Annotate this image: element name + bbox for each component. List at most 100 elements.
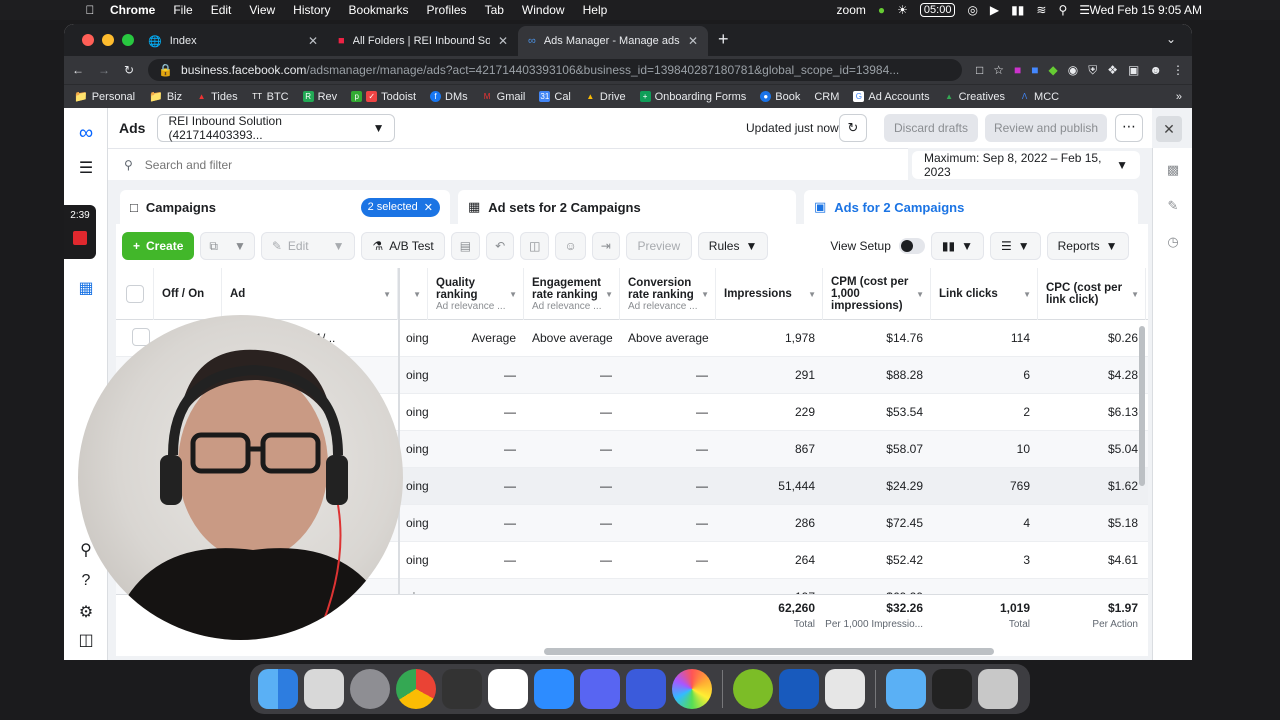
photos-icon[interactable]: [672, 669, 712, 709]
sidebar-icon[interactable]: ▣: [1128, 63, 1139, 78]
battery-icon[interactable]: ▮▮: [1011, 3, 1024, 17]
recording-indicator[interactable]: 2:39: [64, 205, 96, 259]
columns-button[interactable]: ▮▮ ▼: [930, 232, 984, 260]
finder-icon[interactable]: [258, 669, 298, 709]
maximize-window-button[interactable]: [122, 34, 134, 46]
reports-button[interactable]: Reports ▼: [1046, 232, 1129, 260]
tab-campaigns[interactable]: □ Campaigns 2 selected ✕: [120, 190, 450, 224]
zoom-status[interactable]: zoom: [837, 3, 866, 17]
window-thumbnail-icon[interactable]: [932, 669, 972, 709]
minimize-window-button[interactable]: [102, 34, 114, 46]
bookmark-gmail[interactable]: M Gmail: [482, 91, 526, 103]
create-button[interactable]: + Create: [122, 232, 195, 260]
bookmark-dms[interactable]: f DMs: [430, 91, 468, 103]
table-view-icon[interactable]: ▦: [76, 278, 96, 298]
rules-button[interactable]: Rules ▼: [697, 232, 769, 260]
selected-chip[interactable]: 2 selected ✕: [360, 197, 440, 217]
tab-ads[interactable]: ▣ Ads for 2 Campaigns: [804, 190, 1138, 224]
undo-button[interactable]: ↶: [486, 232, 515, 260]
proxyman-icon[interactable]: [626, 669, 666, 709]
apple-icon[interactable]: : [82, 3, 98, 17]
bookmark-ad-accounts[interactable]: G Ad Accounts: [853, 91, 930, 103]
extension-icon[interactable]: ■: [1031, 63, 1038, 78]
horizontal-scrollbar[interactable]: [544, 648, 994, 655]
bug-icon[interactable]: ⚙: [76, 602, 96, 622]
menu-tab[interactable]: Tab: [485, 3, 504, 17]
close-icon[interactable]: ✕: [498, 34, 508, 48]
menu-bookmarks[interactable]: Bookmarks: [349, 3, 409, 17]
header-cpm[interactable]: CPM (cost per 1,000 impressions) ▼: [823, 268, 931, 320]
discard-drafts-button[interactable]: Discard drafts: [884, 114, 978, 142]
preview-button[interactable]: Preview: [625, 232, 692, 260]
kebab-menu-icon[interactable]: ⋮: [1172, 63, 1184, 78]
bookmark-drive[interactable]: ▲ Drive: [585, 91, 625, 103]
word-icon[interactable]: [779, 669, 819, 709]
header-impressions[interactable]: Impressions ▼: [716, 268, 823, 320]
select-all-checkbox[interactable]: [125, 285, 144, 303]
view-setup-toggle[interactable]: View Setup: [830, 238, 925, 254]
menu-history[interactable]: History: [293, 3, 330, 17]
wifi-icon[interactable]: ≋: [1036, 3, 1046, 17]
bookmark-personal[interactable]: 📁 Personal: [74, 90, 135, 104]
menu-profiles[interactable]: Profiles: [427, 3, 467, 17]
header-engagement-ranking[interactable]: Engagement rate ranking Ad relevance ... ▼: [524, 268, 620, 320]
export-button[interactable]: ⇥: [591, 232, 620, 260]
control-center-icon[interactable]: ☰: [1079, 3, 1090, 17]
play-icon[interactable]: ▶: [990, 3, 999, 17]
bookmark-creatives[interactable]: ▲ Creatives: [944, 91, 1005, 103]
focus-icon[interactable]: ◎: [967, 3, 977, 17]
avatar[interactable]: ☻: [1149, 63, 1162, 78]
w-app-icon[interactable]: [733, 669, 773, 709]
tab-all-folders[interactable]: ■ All Folders | REI Inbound Soluti ✕: [328, 26, 518, 56]
refresh-button[interactable]: ↻: [839, 114, 867, 142]
calculator-icon[interactable]: [442, 669, 482, 709]
share-icon[interactable]: □: [976, 63, 983, 78]
bookmarks-overflow-icon[interactable]: »: [1176, 91, 1182, 103]
bookmark-book[interactable]: ● Book: [760, 91, 800, 103]
toggle-switch[interactable]: [898, 238, 925, 254]
bookmark-todoist[interactable]: p ✓ Todoist: [351, 91, 416, 103]
bookmark-btc[interactable]: TT BTC: [252, 91, 288, 103]
date-range-picker[interactable]: Maximum: Sep 8, 2022 – Feb 15, 2023 ▼: [912, 151, 1140, 179]
collapse-panel-icon[interactable]: ◫: [76, 630, 96, 650]
clear-selection-icon[interactable]: ✕: [424, 201, 433, 214]
duplicate-button[interactable]: ⧉ ▼: [200, 232, 255, 260]
close-panel-button[interactable]: ✕: [1156, 116, 1182, 142]
stop-recording-icon[interactable]: [73, 231, 87, 245]
header-off-on[interactable]: Off / On: [154, 268, 222, 320]
bookmark-mcc[interactable]: Λ MCC: [1019, 91, 1059, 103]
discord-icon[interactable]: [580, 669, 620, 709]
vertical-scrollbar[interactable]: [1139, 326, 1145, 486]
chart-icon[interactable]: ▩: [1163, 162, 1183, 182]
spotlight-icon[interactable]: ⚲: [1058, 3, 1067, 17]
ad-account-dropdown[interactable]: REI Inbound Solution (421714403393... ▼: [157, 114, 396, 142]
bookmark-rev[interactable]: R Rev: [302, 91, 337, 103]
ab-test-button[interactable]: ⚗ A/B Test: [361, 232, 445, 260]
audience-button[interactable]: ☺: [555, 232, 586, 260]
slack-icon[interactable]: [488, 669, 528, 709]
menu-file[interactable]: File: [173, 3, 192, 17]
review-publish-button[interactable]: Review and publish: [985, 114, 1107, 142]
tab-search-icon[interactable]: ⌄: [1166, 32, 1176, 46]
new-tab-button[interactable]: +: [708, 29, 739, 56]
bookmark-onboarding-forms[interactable]: + Onboarding Forms: [639, 91, 746, 103]
bookmark-crm[interactable]: CRM: [814, 91, 839, 103]
green-status-icon[interactable]: ●: [878, 3, 885, 17]
menu-window[interactable]: Window: [522, 3, 565, 17]
address-bar[interactable]: 🔒 business.facebook.com/adsmanager/manag…: [148, 59, 962, 81]
zoom-icon[interactable]: [534, 669, 574, 709]
header-link-clicks[interactable]: Link clicks ▼: [931, 268, 1038, 320]
help-icon[interactable]: ?: [76, 572, 96, 592]
breakdown-button[interactable]: ☰ ▼: [989, 232, 1041, 260]
close-window-button[interactable]: [82, 34, 94, 46]
launchpad-icon[interactable]: [304, 669, 344, 709]
header-conversion-ranking[interactable]: Conversion rate ranking Ad relevance ... ▼: [620, 268, 716, 320]
menu-app-name[interactable]: Chrome: [110, 3, 155, 17]
close-icon[interactable]: ✕: [308, 34, 318, 48]
hamburger-menu-icon[interactable]: ☰: [76, 158, 96, 178]
header-cpc[interactable]: CPC (cost per link click) ▼: [1038, 268, 1146, 320]
header-delivery[interactable]: ▼: [398, 268, 428, 320]
extension-icon[interactable]: ◆: [1049, 63, 1058, 78]
puzzle-icon[interactable]: ❖: [1107, 63, 1118, 78]
preview-icon[interactable]: [825, 669, 865, 709]
